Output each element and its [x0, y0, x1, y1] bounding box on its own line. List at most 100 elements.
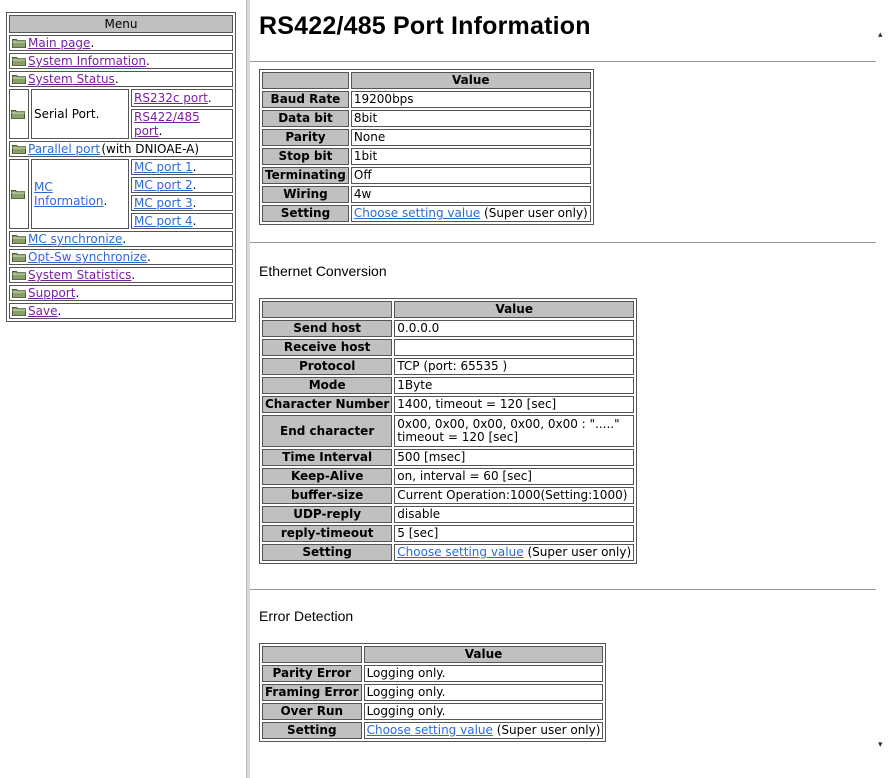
menu-item-mc-port-3[interactable]: MC port 3.	[131, 195, 233, 211]
rs422-485-port-link[interactable]: RS422/485 port	[134, 110, 200, 138]
row-value: 4w	[350, 186, 591, 203]
table-row: End character 0x00, 0x00, 0x00, 0x00, 0x0…	[262, 415, 635, 447]
menu-item-opt-sw-synchronize[interactable]: Opt-Sw synchronize.	[9, 249, 233, 265]
ethernet-section-title: Ethernet Conversion	[259, 263, 387, 279]
menu-item-save[interactable]: Save.	[9, 303, 233, 319]
folder-icon	[12, 252, 26, 262]
choose-setting-link[interactable]: Choose setting value	[397, 545, 523, 559]
row-value: 5 [sec]	[394, 525, 635, 542]
row-label: Character Number	[262, 396, 393, 413]
content-frame: RS422/485 Port Information Value Baud Ra…	[250, 0, 876, 778]
menu-item-rs422-485-port[interactable]: RS422/485 port.	[131, 109, 233, 139]
row-label: Baud Rate	[262, 91, 349, 108]
opt-sw-synchronize-link[interactable]: Opt-Sw synchronize	[28, 250, 147, 264]
main-page-link[interactable]: Main page	[28, 36, 90, 50]
row-value-line: 0x00, 0x00, 0x00, 0x00, 0x00 : "....."	[397, 417, 620, 431]
row-value: 1bit	[350, 148, 591, 165]
table-row: Over Run Logging only.	[262, 703, 604, 720]
save-link[interactable]: Save	[28, 304, 57, 318]
value-header: Value	[350, 72, 591, 89]
mc-port-3-link[interactable]: MC port 3	[134, 196, 193, 210]
setting-label: Setting	[262, 544, 393, 561]
mc-information-icon-cell	[9, 159, 29, 229]
scroll-down-icon[interactable]: ▾	[878, 740, 883, 750]
table-row: Terminating Off	[262, 167, 591, 184]
setting-value: Choose setting value (Super user only)	[394, 544, 635, 561]
table-row: Keep-Alive on, interval = 60 [sec]	[262, 468, 635, 485]
menu-item-system-information[interactable]: System Information.	[9, 53, 233, 69]
table-row: Mode 1Byte	[262, 377, 635, 394]
row-value: 1Byte	[394, 377, 635, 394]
row-value: None	[350, 129, 591, 146]
system-statistics-link[interactable]: System Statistics	[28, 268, 131, 282]
row-value: 19200bps	[350, 91, 591, 108]
table-row: Receive host	[262, 339, 635, 356]
menu-item-rs232c-port[interactable]: RS232c port.	[131, 89, 233, 107]
mc-port-1-link[interactable]: MC port 1	[134, 160, 193, 174]
parallel-port-link[interactable]: Parallel port	[28, 142, 100, 156]
menu-item-mc-synchronize[interactable]: MC synchronize.	[9, 231, 233, 247]
row-value: 0.0.0.0	[394, 320, 635, 337]
row-label: Framing Error	[262, 684, 362, 701]
row-value	[394, 339, 635, 356]
folder-icon	[12, 270, 26, 280]
scrollbar[interactable]: ▴ ▾	[876, 0, 889, 778]
menu-item-system-statistics[interactable]: System Statistics.	[9, 267, 233, 283]
row-label: Stop bit	[262, 148, 349, 165]
row-label: Terminating	[262, 167, 349, 184]
menu-item-system-status[interactable]: System Status.	[9, 71, 233, 87]
folder-icon	[12, 144, 26, 154]
table-row: Parity Error Logging only.	[262, 665, 604, 682]
error-section-title: Error Detection	[259, 608, 354, 624]
table-row: buffer-size Current Operation:1000(Settin…	[262, 487, 635, 504]
serial-port-label: Serial Port.	[31, 89, 129, 139]
port-info-table: Value Baud Rate 19200bps Data bit 8bit Parit…	[259, 69, 594, 225]
table-row: Parity None	[262, 129, 591, 146]
page-title: RS422/485 Port Information	[259, 12, 591, 40]
folder-icon	[12, 56, 26, 66]
setting-note: (Super user only)	[496, 723, 601, 737]
mc-synchronize-link[interactable]: MC synchronize	[28, 232, 122, 246]
row-label: Mode	[262, 377, 393, 394]
dot: .	[146, 54, 150, 68]
mc-port-4-link[interactable]: MC port 4	[134, 214, 193, 228]
error-detection-table: Value Parity Error Logging only. Framing E…	[259, 643, 607, 742]
support-link[interactable]: Support	[28, 286, 75, 300]
mc-port-2-link[interactable]: MC port 2	[134, 178, 193, 192]
choose-setting-link[interactable]: Choose setting value	[354, 206, 480, 220]
setting-note: (Super user only)	[527, 545, 632, 559]
rs232c-port-link[interactable]: RS232c port	[134, 91, 208, 105]
table-row: Send host 0.0.0.0	[262, 320, 635, 337]
menu-item-main-page[interactable]: Main page.	[9, 35, 233, 51]
menu-item-mc-port-2[interactable]: MC port 2.	[131, 177, 233, 193]
row-label: Wiring	[262, 186, 349, 203]
mc-information-link[interactable]: MC Information	[34, 180, 103, 208]
row-value: Logging only.	[363, 684, 604, 701]
row-value: Logging only.	[363, 703, 604, 720]
menu-item-mc-information[interactable]: MC Information.	[31, 159, 129, 229]
table-row: Protocol TCP (port: 65535 )	[262, 358, 635, 375]
table-row: reply-timeout 5 [sec]	[262, 525, 635, 542]
menu-item-support[interactable]: Support.	[9, 285, 233, 301]
divider	[250, 242, 876, 243]
row-value: Off	[350, 167, 591, 184]
dot: .	[114, 72, 119, 86]
setting-value: Choose setting value (Super user only)	[350, 205, 591, 222]
row-value-line: timeout = 120 [sec]	[397, 430, 519, 444]
menu-item-mc-port-4[interactable]: MC port 4.	[131, 213, 233, 229]
row-label: Protocol	[262, 358, 393, 375]
menu-header: Menu	[9, 15, 233, 33]
setting-label: Setting	[262, 722, 362, 739]
scroll-up-icon[interactable]: ▴	[878, 30, 883, 40]
setting-value: Choose setting value (Super user only)	[363, 722, 604, 739]
table-row: Framing Error Logging only.	[262, 684, 604, 701]
value-header: Value	[363, 646, 604, 663]
menu-item-parallel-port[interactable]: Parallel port (with DNIOAE-A)	[9, 141, 233, 157]
choose-setting-link[interactable]: Choose setting value	[367, 723, 493, 737]
table-row: Baud Rate 19200bps	[262, 91, 591, 108]
folder-icon	[12, 306, 26, 316]
row-value: on, interval = 60 [sec]	[394, 468, 635, 485]
system-status-link[interactable]: System Status	[28, 72, 115, 86]
menu-item-mc-port-1[interactable]: MC port 1.	[131, 159, 233, 175]
system-information-link[interactable]: System Information	[28, 54, 146, 68]
